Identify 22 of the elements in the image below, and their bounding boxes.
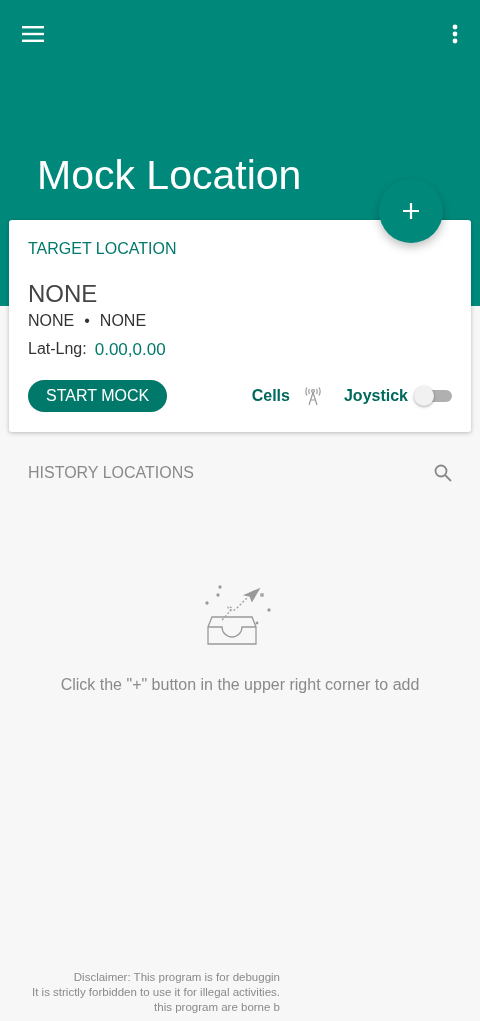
page-title: Mock Location	[37, 152, 303, 199]
latlng-label: Lat-Lng:	[28, 340, 87, 359]
location-name: NONE	[28, 280, 99, 308]
country-text: NONE	[99, 312, 147, 330]
more-options-icon[interactable]	[450, 22, 460, 46]
section-heading: HISTORY LOCATIONS	[28, 464, 194, 482]
card-heading: TARGET LOCATION	[28, 240, 178, 258]
joystick-label: Joystick	[343, 387, 408, 405]
disclaimer-text: It is strictly forbidden to use it for illegal activities.	[32, 985, 280, 1000]
search-icon[interactable]	[432, 462, 454, 484]
disclaimer-text: this program are borne b	[154, 1000, 280, 1015]
separator-dot: •	[84, 312, 90, 330]
antenna-icon	[303, 386, 322, 406]
cells-button[interactable]: Cells	[251, 387, 290, 405]
latlng-value: 0.00,0.00	[94, 340, 166, 360]
joystick-switch[interactable]	[414, 386, 452, 406]
menu-icon[interactable]	[20, 24, 46, 44]
empty-message: Click the "+" button in the upper right corner to add	[60, 676, 420, 694]
start-mock-button[interactable]: START MOCK	[28, 380, 168, 412]
disclaimer-text: Disclaimer: This program is for debuggin	[73, 970, 280, 985]
region-text: NONE	[28, 312, 75, 330]
plus-icon	[402, 202, 420, 220]
